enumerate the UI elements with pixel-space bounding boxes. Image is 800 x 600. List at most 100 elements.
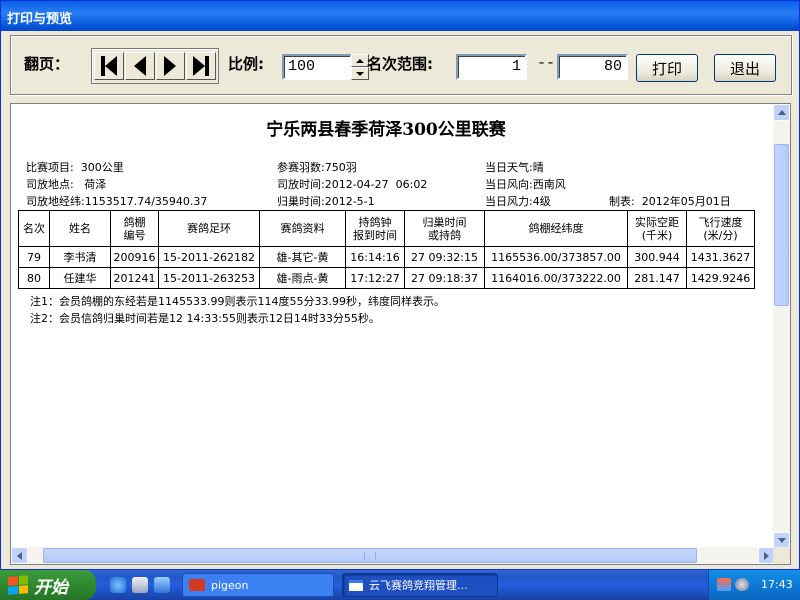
horizontal-scroll-thumb[interactable] [43, 548, 697, 563]
column-header: 赛鸽资料 [259, 210, 346, 247]
preview-pane[interactable]: 宁乐两县春季荷泽300公里联赛 比赛项目: 300公里 参赛羽数:750羽 当日… [10, 103, 791, 565]
scroll-left-icon [17, 551, 22, 560]
prev-page-icon [133, 56, 146, 76]
vertical-scrollbar[interactable] [773, 104, 790, 549]
table-cell: 79 [18, 246, 50, 268]
info-return-time: 归巢时间:2012-5-1 [277, 193, 375, 209]
column-header-line1: 归巢时间 [422, 215, 467, 229]
range-label: 名次范围: [367, 55, 433, 73]
spin-down-icon [356, 71, 364, 76]
print-preview-window: 打印与预览 翻页： 比例: 100 名次范围: 1 --- 80 打印 退出 宁… [0, 0, 800, 570]
table-cell: 任建华 [49, 267, 111, 289]
vertical-scroll-thumb[interactable] [774, 144, 789, 306]
info-value: 750羽 [324, 161, 357, 174]
column-header: 鸽棚经纬度 [484, 210, 628, 247]
info-label: 当日天气: [485, 161, 533, 174]
range-to-input[interactable]: 80 [557, 54, 628, 80]
table-cell: 201241 [110, 267, 159, 289]
task-pigeon-manager[interactable]: 云飞赛鸽竞翔管理... [342, 573, 498, 597]
table-cell: 1429.9246 [686, 267, 755, 289]
table-body: 79 李书清 200916 15-2011-262182 雄-其它-黄 16:14:16 2… [18, 246, 755, 289]
table-cell: 李书清 [49, 246, 111, 268]
start-label: 开始 [34, 577, 68, 598]
page-nav [91, 48, 219, 84]
column-header-line2: (米/分) [703, 228, 738, 242]
table-row: 80 任建华 201241 15-2011-263253 雄-雨点-黄 17:12:27 2… [18, 267, 755, 289]
print-button[interactable]: 打印 [636, 54, 698, 82]
network-icon[interactable] [717, 578, 731, 591]
scroll-left-button[interactable] [11, 547, 28, 564]
first-page-icon [100, 56, 117, 76]
table-cell: 雄-其它-黄 [259, 246, 346, 268]
column-header: 归巢时间 或持鸽 [404, 210, 485, 247]
first-page-button[interactable] [94, 52, 124, 80]
scroll-up-icon [777, 110, 786, 115]
last-page-icon [193, 56, 210, 76]
column-header-line2: 编号 [123, 228, 146, 242]
column-header-line1: 鸽棚 [123, 215, 146, 229]
info-wind-direction: 当日风向:西南风 [485, 176, 566, 192]
info-label: 参赛羽数: [277, 161, 325, 174]
next-page-button[interactable] [155, 52, 186, 80]
scroll-up-button[interactable] [773, 104, 790, 121]
exit-button[interactable]: 退出 [714, 54, 776, 82]
info-label: 当日风向: [485, 178, 533, 191]
system-tray: 17:43 [708, 570, 800, 600]
info-label: 制表: [609, 195, 635, 208]
scroll-corner [773, 547, 790, 564]
column-header: 赛鸽足环 [158, 210, 260, 247]
column-header-line2: 或持鸽 [428, 228, 461, 242]
range-from-input[interactable]: 1 [456, 54, 527, 80]
info-label: 司放地经纬: [26, 195, 85, 208]
spin-up-icon [356, 58, 364, 63]
table-cell: 1164016.00/373222.00 [484, 267, 628, 289]
column-header: 名次 [18, 210, 50, 247]
horizontal-scrollbar[interactable] [11, 547, 775, 564]
toolbar-group: 翻页： 比例: 100 名次范围: 1 --- 80 打印 退出 [10, 35, 792, 95]
column-header-line1: 鸽棚经纬度 [528, 222, 584, 235]
column-header: 姓名 [49, 210, 111, 247]
column-header-line2: 报到时间 [353, 228, 397, 242]
show-desktop-icon[interactable] [154, 577, 170, 593]
info-release-place: 司放地点: 荷泽 [26, 176, 106, 192]
column-header-line1: 赛鸽足环 [187, 222, 231, 235]
last-page-button[interactable] [186, 52, 216, 80]
column-header-line1: 持鸽钟 [358, 215, 392, 229]
scale-label: 比例: [228, 55, 264, 73]
table-cell: 27 09:18:37 [404, 267, 485, 289]
ie-icon[interactable] [110, 577, 126, 593]
task-pigeon[interactable]: pigeon [182, 573, 334, 597]
media-player-icon[interactable] [132, 577, 148, 593]
scale-input[interactable]: 100 [282, 54, 352, 80]
column-header-line2: (千米) [641, 228, 673, 242]
info-value: 2012-5-1 [324, 195, 375, 208]
info-value: 2012-04-27 06:02 [324, 178, 428, 191]
column-header-line1: 飞行速度 [698, 215, 743, 229]
table-cell: 281.147 [627, 267, 687, 289]
info-label: 司放时间: [277, 178, 325, 191]
info-label: 司放地点: [26, 178, 74, 191]
report-title: 宁乐两县春季荷泽300公里联赛 [266, 120, 506, 140]
window-title: 打印与预览 [1, 1, 799, 31]
prev-page-button[interactable] [124, 52, 155, 80]
scroll-down-icon [777, 538, 786, 543]
taskbar: 开始 pigeon 云飞赛鸽竞翔管理... 17:43 [0, 570, 800, 600]
column-header: 实际空距 (千米) [627, 210, 687, 247]
table-cell: 1431.3627 [686, 246, 755, 268]
column-header: 鸽棚 编号 [110, 210, 159, 247]
note-1: 注1：会员鸽棚的东经若是1145533.99则表示114度55分33.99秒，纬… [30, 295, 445, 308]
volume-icon[interactable] [735, 578, 749, 591]
task-label: pigeon [211, 578, 249, 592]
info-value: 晴 [532, 161, 544, 174]
table-cell: 15-2011-263253 [158, 267, 260, 289]
start-button[interactable]: 开始 [0, 570, 96, 600]
table-cell: 雄-雨点-黄 [259, 267, 346, 289]
column-header-line1: 实际空距 [635, 215, 679, 229]
clock[interactable]: 17:43 [761, 578, 793, 591]
results-table: 名次 姓名 鸽棚 编号 赛鸽足环 赛鸽资料 持鸽钟 报到时间 归巢时间 或持鸽 鸽棚经纬度 实际空距(… [18, 210, 755, 289]
table-cell: 200916 [110, 246, 159, 268]
windows-logo-icon [8, 575, 28, 595]
table-header-row: 名次 姓名 鸽棚 编号 赛鸽足环 赛鸽资料 持鸽钟 报到时间 归巢时间 或持鸽 鸽棚经纬度 实际空距(… [18, 210, 755, 247]
task-label: 云飞赛鸽竞翔管理... [369, 579, 468, 592]
info-birds: 参赛羽数:750羽 [277, 159, 357, 175]
